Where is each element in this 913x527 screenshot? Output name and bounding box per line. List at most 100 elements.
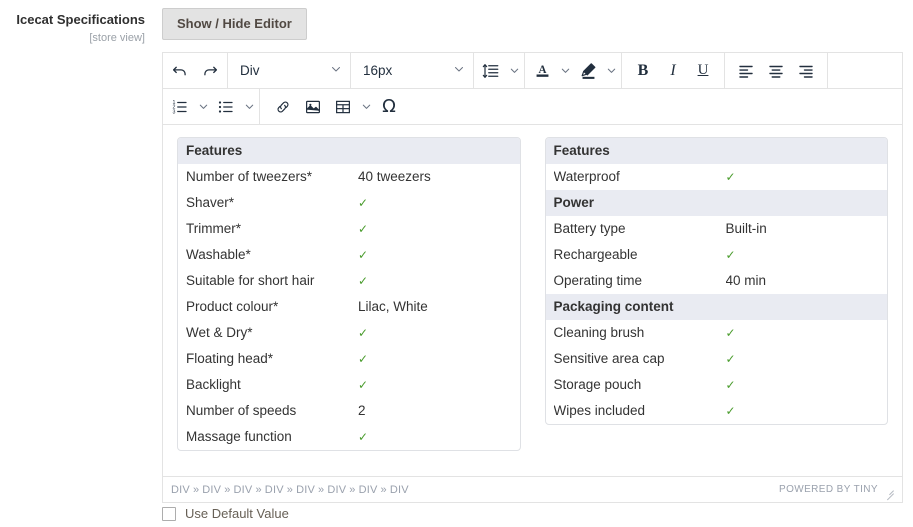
numbered-list-chevron-down-icon[interactable] [195,92,211,122]
use-default-value-label: Use Default Value [185,506,289,521]
spec-row: Sensitive area cap ✓ [546,346,888,372]
highlight-color-icon[interactable] [573,56,603,86]
font-size-select[interactable]: 16px [353,56,471,86]
align-right-icon[interactable] [791,56,821,86]
spec-row-name: Operating time [553,273,643,288]
spec-row-value: Lilac, White [358,299,428,314]
format-select-group: Div [228,53,351,88]
spec-section-header: Features [545,138,887,164]
spec-section-header-filler [726,294,880,320]
spec-section-header-label: Power [553,195,595,210]
spec-section-header-filler [726,138,880,164]
spec-row-check-icon: ✓ [725,326,736,340]
table-chevron-down-icon[interactable] [358,92,374,122]
redo-icon[interactable] [195,56,225,86]
spec-row-check-icon: ✓ [358,274,369,288]
spec-section-header-filler [358,138,512,164]
lineheight-group [474,53,525,88]
spec-row-name: Number of tweezers* [186,169,313,184]
specifications-columns: Features Number of tweezers* 40 tweezers Sh… [177,137,888,451]
spec-block-left: Features Number of tweezers* 40 tweezers Sh… [177,137,521,451]
page-root: Icecat Specifications [store view] Show … [0,0,913,527]
show-hide-editor-button[interactable]: Show / Hide Editor [162,8,307,40]
history-group [163,53,228,88]
chevron-down-icon [330,63,342,78]
spec-row-value: 2 [358,403,366,418]
spec-row-name: Wet & Dry* [186,325,253,340]
spec-row-name: Massage function [186,429,292,444]
align-center-icon[interactable] [761,56,791,86]
element-path-item[interactable]: DIV [296,484,315,496]
field-label: Icecat Specifications [store view] [0,12,145,46]
element-path-item[interactable]: DIV [327,484,346,496]
spec-row-name: Shaver* [186,195,235,210]
link-icon[interactable] [268,92,298,122]
text-color-icon[interactable]: A [527,56,557,86]
spec-row: Shaver* ✓ [178,190,520,216]
spec-row-check-icon: ✓ [358,352,369,366]
element-path-separator: » [349,483,356,496]
bullet-list-icon[interactable] [211,92,241,122]
use-default-value-row: Use Default Value [162,507,289,521]
bullet-list-chevron-down-icon[interactable] [241,92,257,122]
toolbar-row-2-spacer [406,89,902,124]
chevron-down-icon [453,63,465,78]
editor-toolbar-row-2: 1 2 3 Ω [163,89,902,125]
block-format-select[interactable]: Div [230,56,348,86]
svg-text:3: 3 [173,109,176,115]
spec-row-name: Battery type [553,221,626,236]
element-path-item[interactable]: DIV [390,484,409,496]
spec-row: Trimmer* ✓ [178,216,520,242]
fontsize-select-group: 16px [351,53,474,88]
spec-row-name: Backlight [186,377,241,392]
spec-row: Number of speeds 2 [178,398,520,424]
editor-status-bar: DIV» DIV» DIV» DIV» DIV» DIV» DIV» DIV POWERED … [163,476,902,502]
tinymce-editor: Div 16px A B I U 1 2 3 Ω Features Number… [162,52,903,503]
line-height-icon[interactable] [476,56,506,86]
element-path-item[interactable]: DIV [202,484,221,496]
element-path-item[interactable]: DIV [234,484,253,496]
element-path-item[interactable]: DIV [171,484,190,496]
editor-content-area[interactable]: Features Number of tweezers* 40 tweezers Sh… [163,125,902,476]
italic-button[interactable]: I [658,56,688,86]
spec-row: Floating head* ✓ [178,346,520,372]
undo-icon[interactable] [165,56,195,86]
spec-row: Wet & Dry* ✓ [178,320,520,346]
element-path-item[interactable]: DIV [265,484,284,496]
spec-row: Cleaning brush ✓ [546,320,888,346]
element-path-item[interactable]: DIV [359,484,378,496]
list-group: 1 2 3 [163,89,260,124]
numbered-list-icon[interactable]: 1 2 3 [165,92,195,122]
spec-row-check-icon: ✓ [358,430,369,444]
element-path-separator: » [255,483,262,496]
spec-row-check-icon: ✓ [725,378,736,392]
spec-row-check-icon: ✓ [725,170,736,184]
spec-row: Rechargeable ✓ [546,242,888,268]
spec-row-name: Storage pouch [553,377,642,392]
spec-row-value: 40 tweezers [358,169,431,184]
underline-button[interactable]: U [688,56,718,86]
element-path-separator: » [224,483,231,496]
line-height-chevron-down-icon[interactable] [506,56,522,86]
image-icon[interactable] [298,92,328,122]
spec-row-name: Sensitive area cap [553,351,665,366]
spec-section-header-label: Packaging content [553,299,674,314]
spec-row-name: Number of speeds [186,403,297,418]
align-left-icon[interactable] [731,56,761,86]
bold-button[interactable]: B [628,56,658,86]
alignment-group [725,53,828,88]
resize-handle-icon[interactable] [884,485,894,500]
spec-row-check-icon: ✓ [358,222,369,236]
spec-row-name: Rechargeable [553,247,638,262]
special-character-icon[interactable]: Ω [374,92,404,122]
spec-row: Washable* ✓ [178,242,520,268]
spec-row-value: Built-in [725,221,767,236]
highlight-color-chevron-down-icon[interactable] [603,56,619,86]
table-icon[interactable] [328,92,358,122]
text-color-chevron-down-icon[interactable] [557,56,573,86]
use-default-value-checkbox[interactable] [162,507,176,521]
spec-row-check-icon: ✓ [358,326,369,340]
element-path[interactable]: DIV» DIV» DIV» DIV» DIV» DIV» DIV» DIV [171,484,409,496]
color-group: A [525,53,622,88]
spec-row-name: Trimmer* [186,221,241,236]
